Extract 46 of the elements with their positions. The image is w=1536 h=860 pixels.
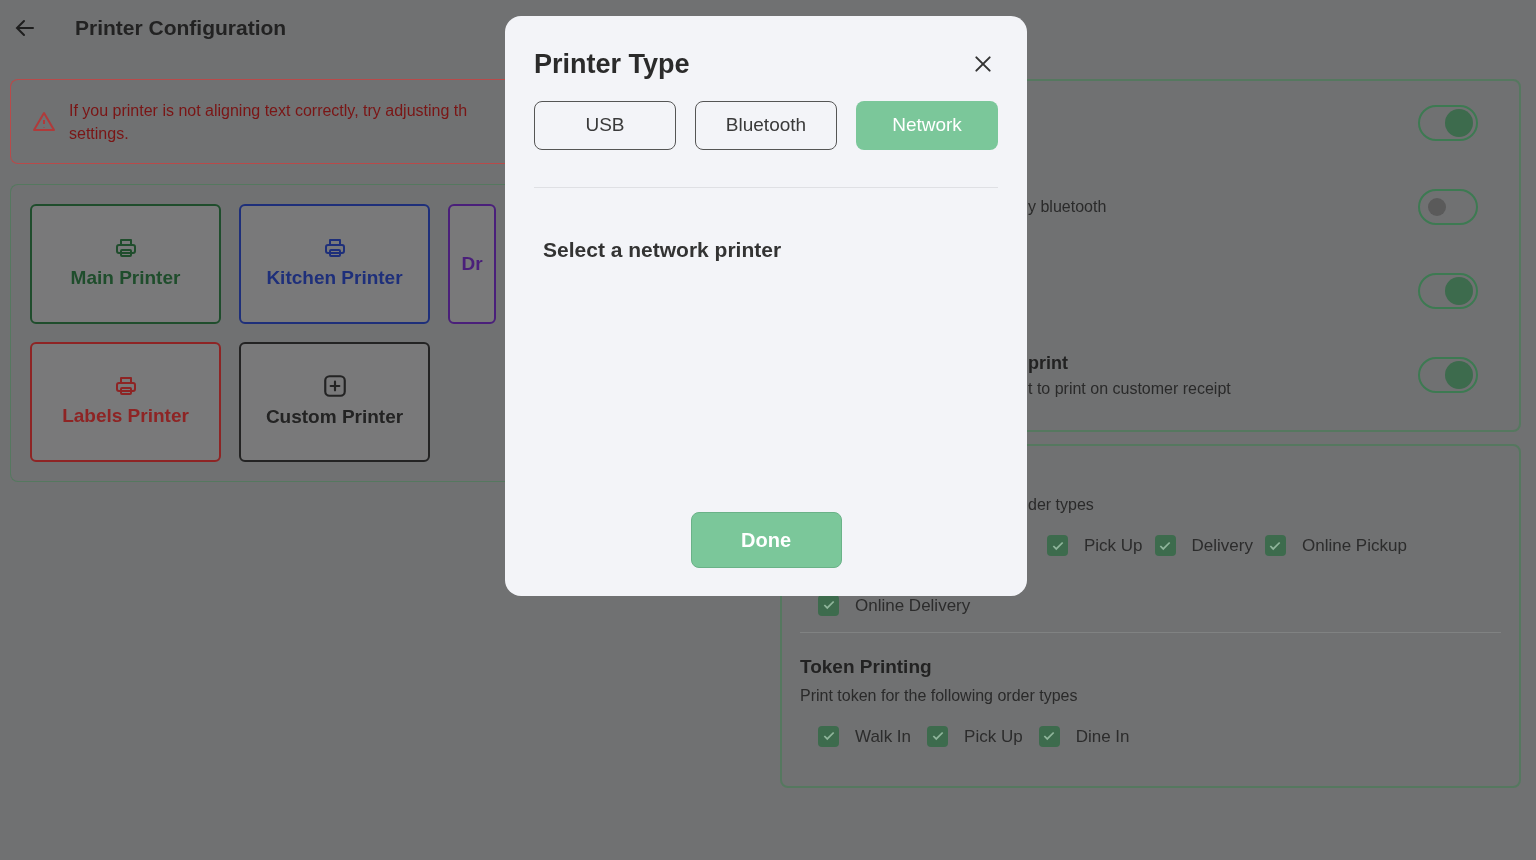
alert-text: If you printer is not aligning text correctly, try adjusting th [69,100,468,121]
checkbox[interactable] [1038,725,1060,747]
checkbox-label: Walk In [855,725,913,748]
printer-tile[interactable]: Kitchen Printer [239,204,430,324]
plus-square-icon [321,372,348,399]
printer-tile[interactable]: Main Printer [30,204,221,324]
checkbox-label: Online Delivery [855,594,972,617]
checkbox[interactable] [1047,535,1068,557]
toggle-switch[interactable] [1418,189,1478,225]
checkbox-label: Delivery [1191,535,1254,557]
checkbox[interactable] [818,594,839,616]
checkbox[interactable] [927,725,949,747]
setting-description: t to print on customer receipt [1028,378,1232,399]
printer-type-tab[interactable]: Bluetooth [695,100,837,150]
alert-text: settings. [69,123,130,144]
printer-type-tab[interactable]: USB [534,100,676,150]
warning-icon [31,109,57,134]
toggle-switch[interactable] [1418,273,1478,309]
checkbox-label: Dine In [1075,725,1131,748]
section-title: Token Printing [800,655,933,679]
section-description: der types [1027,495,1095,515]
page-title: Printer Configuration [75,15,287,42]
toggle-switch[interactable] [1418,105,1478,141]
checkbox[interactable] [1154,535,1176,557]
setting-description: y bluetooth [1028,197,1108,217]
checkbox-label: Online Pickup [1302,535,1408,557]
printer-tile[interactable]: Custom Printer [239,342,430,462]
printer-type-tab[interactable]: Network [856,100,998,150]
checkbox[interactable] [818,725,839,747]
dialog-title: Printer Type [534,48,690,81]
checkbox-label: Pick Up [964,725,1024,748]
printer-label: Custom Printer [265,404,404,429]
setting-title: print [1028,351,1069,375]
checkbox[interactable] [1265,535,1286,557]
checkbox-label: Pick Up [1084,535,1144,557]
dialog-prompt: Select a network printer [543,236,783,263]
close-icon[interactable] [973,54,993,75]
printer-label: Main Printer [70,265,181,290]
toggle-switch[interactable] [1418,357,1478,393]
printer-tile[interactable]: Labels Printer [30,342,221,462]
section-description: Print token for the following order types [800,685,1079,706]
printer-label: Labels Printer [62,403,189,428]
printer-label: Kitchen Printer [266,265,403,290]
printer-label: Dr [461,251,483,276]
printer-tile[interactable]: Dr [448,204,496,324]
done-button[interactable]: Done [690,512,842,568]
